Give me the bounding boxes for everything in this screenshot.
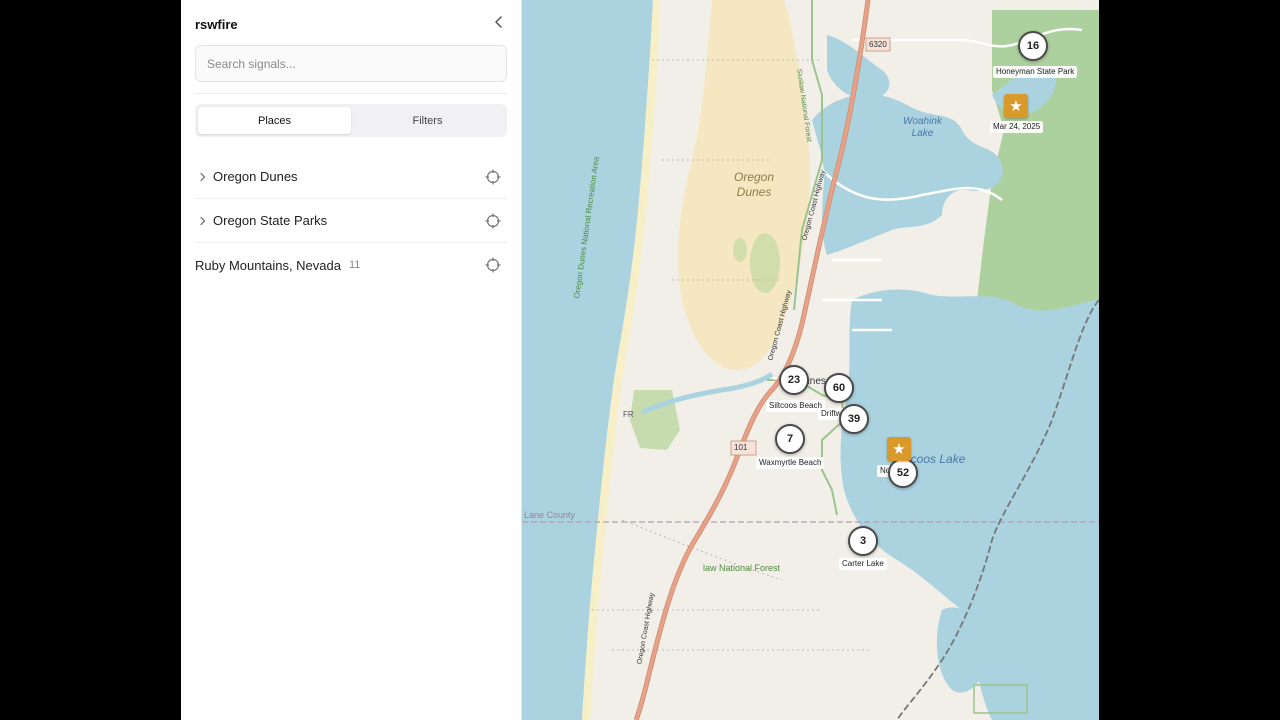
- place-count: 11: [348, 259, 361, 271]
- place-item-oregon-dunes[interactable]: Oregon Dunes: [195, 155, 507, 199]
- crosshair-icon[interactable]: [485, 213, 501, 229]
- marker-label-honeyman: Honeyman State Park: [993, 66, 1078, 78]
- tab-bar: Places Filters: [195, 104, 507, 137]
- label-line: Lake: [911, 128, 934, 139]
- shield-top-label: 6320: [869, 40, 887, 49]
- marker-label-siltcoos-beach: Siltcoos Beach: [766, 400, 825, 412]
- tab-places[interactable]: Places: [198, 107, 351, 134]
- sidebar: rswfire Places Filters Oregon Dunes Oreg…: [181, 0, 522, 720]
- app-title: rswfire: [195, 17, 238, 32]
- star-icon: ★: [892, 441, 906, 458]
- chevron-left-icon: [495, 16, 502, 28]
- cluster-marker-waxmyrtle[interactable]: 7: [775, 424, 805, 454]
- marker-label-waxmyrtle: Waxmyrtle Beach: [756, 457, 825, 469]
- label-line: Dunes: [736, 185, 772, 199]
- cluster-marker-carter-lake[interactable]: 3: [848, 526, 878, 556]
- chevron-right-icon[interactable]: [196, 170, 210, 184]
- places-list: Oregon Dunes Oregon State Parks Ruby Mou…: [195, 155, 507, 287]
- map-label-fr: FR: [623, 410, 634, 419]
- cluster-marker-siltcoos-beach[interactable]: 23: [779, 365, 809, 395]
- app-window: rswfire Places Filters Oregon Dunes Oreg…: [181, 0, 1099, 720]
- chevron-right-icon[interactable]: [196, 214, 210, 228]
- place-label: Ruby Mountains, Nevada: [195, 257, 341, 273]
- place-item-ruby-mountains[interactable]: Ruby Mountains, Nevada 11: [195, 243, 507, 287]
- search-input[interactable]: [195, 45, 507, 82]
- shield-101-label: 101: [734, 443, 748, 452]
- crosshair-icon[interactable]: [485, 257, 501, 273]
- map-label-woahink-lake: Woahink Lake: [903, 116, 942, 140]
- crosshair-icon[interactable]: [485, 169, 501, 185]
- star-marker-mar-24[interactable]: ★: [1004, 94, 1028, 118]
- place-item-oregon-state-parks[interactable]: Oregon State Parks: [195, 199, 507, 243]
- place-label: Oregon State Parks: [213, 213, 328, 228]
- collapse-sidebar-button[interactable]: [491, 14, 507, 30]
- cluster-marker-driftwood[interactable]: 60: [824, 373, 854, 403]
- tab-filters[interactable]: Filters: [351, 107, 504, 134]
- place-label: Oregon Dunes: [213, 169, 298, 184]
- divider: [195, 93, 507, 94]
- map-label-lane-county: Lane County: [524, 510, 576, 520]
- cluster-marker-honeyman[interactable]: 16: [1018, 31, 1048, 61]
- star-marker-south[interactable]: ★: [887, 437, 911, 461]
- label-line: Oregon: [734, 170, 775, 184]
- star-icon: ★: [1009, 98, 1023, 115]
- star-label-mar-24: Mar 24, 2025: [990, 121, 1044, 133]
- label-line: Woahink: [903, 116, 942, 127]
- map-label-oregon-dunes: Oregon Dunes: [734, 170, 774, 200]
- map-label-national-forest: law National Forest: [703, 563, 781, 573]
- cluster-marker-52[interactable]: 52: [888, 458, 918, 488]
- map-view[interactable]: Oregon Dunes Woahink Lake Siltcoos Lake …: [522, 0, 1099, 720]
- marker-label-carter-lake: Carter Lake: [839, 558, 887, 570]
- cluster-marker-39[interactable]: 39: [839, 404, 869, 434]
